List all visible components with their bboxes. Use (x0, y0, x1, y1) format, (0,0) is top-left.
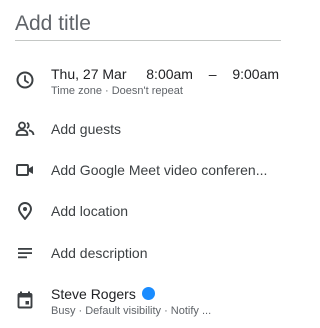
add-guests-row[interactable]: Add guests (0, 118, 299, 140)
calendar-details[interactable]: Busy · Default visibility · Notify ... (51, 305, 211, 317)
clock-icon (15, 70, 35, 90)
description-lines-icon (15, 243, 35, 263)
add-meet-row[interactable]: Add Google Meet video conferen... (0, 159, 299, 181)
add-location-label[interactable]: Add location (51, 203, 128, 219)
end-time[interactable]: 9:00am (232, 66, 279, 82)
add-guests-label[interactable]: Add guests (51, 121, 121, 137)
title-input[interactable] (15, 10, 281, 38)
time-separator: – (208, 66, 217, 82)
add-description-row[interactable]: Add description (0, 242, 299, 264)
timezone-repeat-text[interactable]: Time zone · Doesn't repeat (51, 85, 183, 97)
calendar-color-dot[interactable] (141, 287, 155, 300)
add-description-label[interactable]: Add description (51, 245, 148, 261)
calendar-owner-name[interactable]: Steve Rogers (51, 286, 136, 302)
date-text[interactable]: Thu, 27 Mar (51, 66, 126, 82)
datetime-row[interactable]: Thu, 27 Mar 8:00am – 9:00am Time zone · … (0, 66, 299, 100)
calendar-icon (15, 290, 35, 310)
add-meet-label[interactable]: Add Google Meet video conferen... (51, 162, 267, 178)
people-icon (15, 119, 35, 139)
calendar-row[interactable]: Steve Rogers Busy · Default visibility ·… (0, 284, 299, 318)
video-icon (15, 160, 35, 180)
location-pin-icon (15, 201, 35, 221)
calendar-owner[interactable]: Steve Rogers (51, 286, 155, 302)
add-location-row[interactable]: Add location (0, 200, 299, 222)
start-time[interactable]: 8:00am (146, 66, 193, 82)
datetime-summary[interactable]: Thu, 27 Mar 8:00am – 9:00am (51, 66, 279, 82)
title-field-wrapper (15, 10, 281, 41)
